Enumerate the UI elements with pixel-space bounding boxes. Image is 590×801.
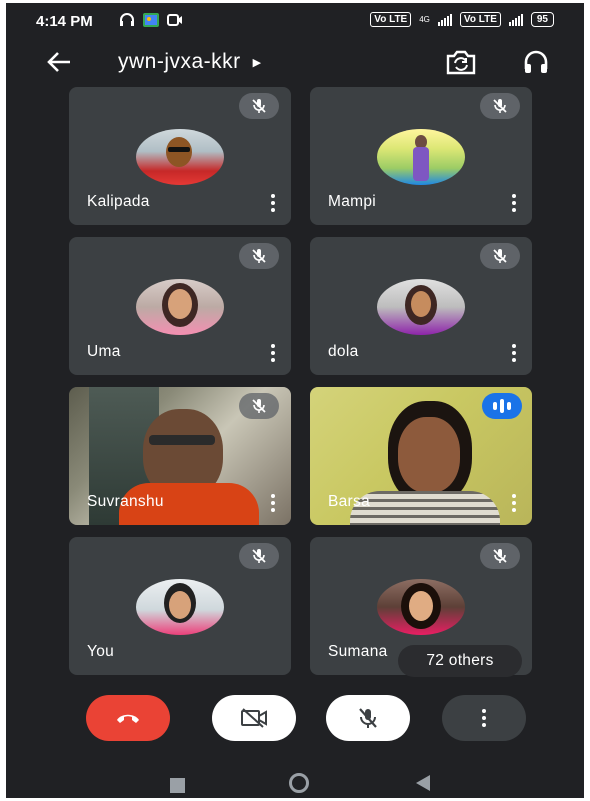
more-vert-icon[interactable] <box>263 193 283 213</box>
avatar <box>377 129 465 185</box>
participant-tile[interactable]: Suvranshu <box>69 387 291 525</box>
mic-off-icon <box>239 93 279 119</box>
mic-toggle-button[interactable] <box>326 695 410 741</box>
phone-screen: 4:14 PM Vo LTE 4G Vo LTE 95 ywn-jvxa-kkr… <box>6 3 584 798</box>
caret-right-icon: ▶ <box>252 56 262 69</box>
back-arrow-icon[interactable] <box>46 49 72 75</box>
participant-name: Mampi <box>328 193 377 210</box>
android-nav-bar <box>6 755 584 798</box>
participant-name: Uma <box>87 343 121 360</box>
mic-off-icon <box>239 393 279 419</box>
participant-name: dola <box>328 343 359 360</box>
meeting-code-button[interactable]: ywn-jvxa-kkr ▶ <box>118 50 262 74</box>
mic-off-icon <box>480 93 520 119</box>
status-time: 4:14 PM <box>36 13 93 30</box>
status-bar: 4:14 PM Vo LTE 4G Vo LTE 95 <box>6 3 584 39</box>
more-options-button[interactable] <box>442 695 526 741</box>
participant-name: Suvranshu <box>87 493 164 510</box>
call-header: ywn-jvxa-kkr ▶ <box>6 41 584 85</box>
avatar <box>136 279 224 335</box>
speaking-indicator-icon <box>482 393 522 419</box>
participant-name: You <box>87 643 115 660</box>
more-vert-icon <box>482 709 486 713</box>
gallery-icon <box>143 13 159 27</box>
avatar <box>136 129 224 185</box>
status-right-icons: Vo LTE 4G Vo LTE 95 <box>370 12 554 27</box>
signal-icon <box>437 13 452 26</box>
participant-name: Barsa <box>328 493 370 510</box>
more-vert-icon[interactable] <box>263 493 283 513</box>
participant-tile[interactable]: dola <box>310 237 532 375</box>
volte-badge-1: Vo LTE <box>370 12 412 27</box>
participant-tile[interactable]: Kalipada <box>69 87 291 225</box>
mic-off-icon <box>480 543 520 569</box>
more-vert-icon[interactable] <box>504 493 524 513</box>
more-vert-icon[interactable] <box>504 193 524 213</box>
signal-icon-2 <box>508 13 523 26</box>
avatar <box>136 579 224 635</box>
switch-camera-icon[interactable] <box>444 47 478 77</box>
mic-off-icon <box>480 243 520 269</box>
participant-tile[interactable]: Uma <box>69 237 291 375</box>
participant-tile[interactable]: Barsa <box>310 387 532 525</box>
screen-record-icon <box>167 14 182 26</box>
volte-badge-2: Vo LTE <box>459 12 501 27</box>
mic-off-icon <box>239 243 279 269</box>
mic-off-icon <box>359 708 377 728</box>
avatar <box>377 279 465 335</box>
audio-output-icon[interactable] <box>521 47 551 77</box>
camera-toggle-button[interactable] <box>212 695 296 741</box>
participant-tile[interactable]: You <box>69 537 291 675</box>
end-call-button[interactable] <box>86 695 170 741</box>
more-vert-icon[interactable] <box>504 343 524 363</box>
others-count-chip[interactable]: 72 others <box>398 645 522 677</box>
camera-off-icon <box>241 708 267 728</box>
participant-name: Sumana <box>328 643 388 660</box>
back-icon[interactable] <box>416 775 430 791</box>
mic-off-icon <box>239 543 279 569</box>
home-icon[interactable] <box>289 773 309 793</box>
network-type: 4G <box>419 15 430 24</box>
headset-icon <box>120 13 134 26</box>
meeting-code: ywn-jvxa-kkr <box>118 50 241 73</box>
participant-name: Kalipada <box>87 193 150 210</box>
recents-icon[interactable] <box>170 778 185 793</box>
avatar <box>377 579 465 635</box>
participant-tile[interactable]: Mampi <box>310 87 532 225</box>
status-left-icons <box>119 13 183 27</box>
more-vert-icon[interactable] <box>263 343 283 363</box>
battery-icon: 95 <box>530 12 554 27</box>
end-call-icon <box>117 714 139 723</box>
